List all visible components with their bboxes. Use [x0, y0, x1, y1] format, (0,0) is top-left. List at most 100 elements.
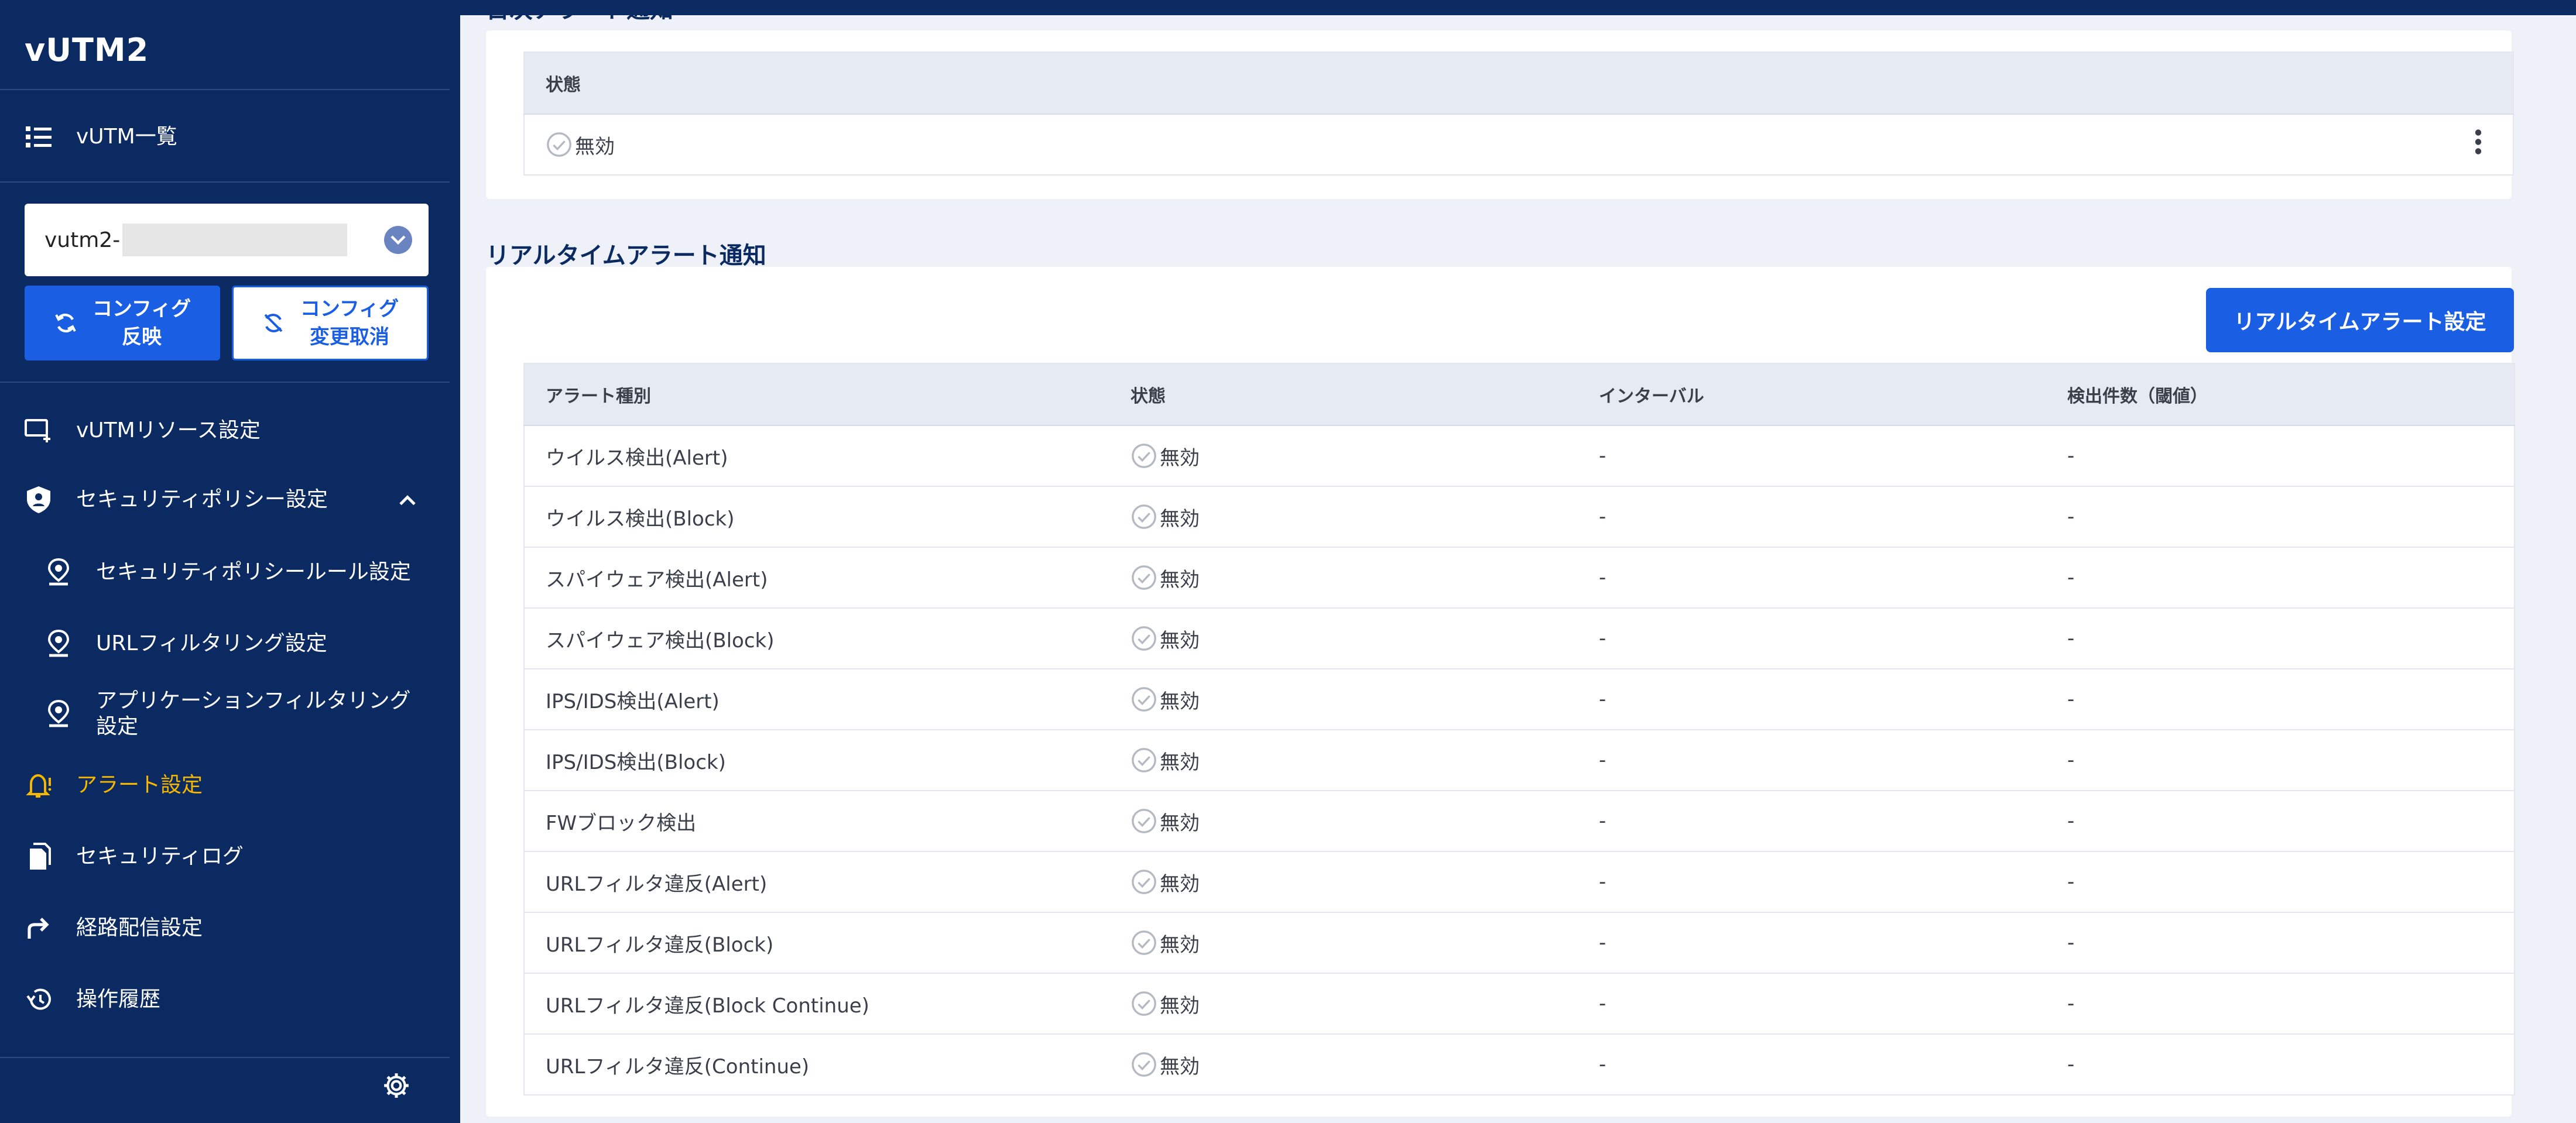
- status-cell: 無効: [546, 130, 2513, 159]
- alert-type-cell: IPS/IDS検出(Block): [524, 730, 1109, 791]
- status-text: 無効: [1160, 629, 1200, 652]
- alert-type-cell: ウイルス検出(Alert): [524, 425, 1109, 487]
- check-circle-icon: [1131, 808, 1157, 834]
- status-text: 無効: [1160, 933, 1200, 957]
- sidebar-item-operation-history[interactable]: 操作履歴: [0, 982, 450, 1017]
- status-cell: 無効: [1109, 730, 1578, 791]
- config-apply-button[interactable]: コンフィグ 反映: [25, 286, 220, 360]
- sidebar-item-app-filtering[interactable]: アプリケーションフィルタリング 設定: [0, 686, 450, 742]
- gear-icon[interactable]: [382, 1071, 411, 1103]
- alert-type-cell: IPS/IDS検出(Alert): [524, 669, 1109, 730]
- config-cancel-button[interactable]: コンフィグ 変更取消: [232, 286, 429, 360]
- check-circle-icon: [1131, 868, 1157, 895]
- sidebar-item-label: 設定: [96, 715, 139, 739]
- check-circle-icon: [1131, 747, 1157, 774]
- interval-cell: -: [1578, 669, 2046, 730]
- column-header-status: 状態: [1109, 363, 1578, 426]
- daily-alert-title: 日次アラート通知: [486, 0, 673, 20]
- threshold-cell: -: [2046, 1034, 2515, 1095]
- interval-cell: -: [1578, 973, 2046, 1035]
- check-circle-icon: [1131, 990, 1157, 1017]
- realtime-alert-table: アラート種別 状態 インターバル 検出件数（閾値） ウイルス検出(Alert) 無…: [523, 363, 2515, 1095]
- table-row: URLフィルタ違反(Block) 無効 - -: [524, 912, 2515, 974]
- config-apply-label-1: コンフィグ: [92, 297, 191, 321]
- check-circle-icon: [1131, 564, 1157, 591]
- alert-type-cell: URLフィルタ違反(Block): [524, 912, 1109, 974]
- realtime-alert-settings-button[interactable]: リアルタイムアラート設定: [2206, 288, 2514, 352]
- interval-cell: -: [1578, 730, 2046, 791]
- chevron-down-icon[interactable]: [384, 226, 412, 254]
- sidebar-item-route-distribution[interactable]: 経路配信設定: [0, 911, 450, 946]
- daily-alert-table: 状態 無効: [523, 51, 2514, 176]
- interval-cell: -: [1578, 425, 2046, 487]
- table-row: スパイウェア検出(Alert) 無効 - -: [524, 547, 2515, 609]
- threshold-cell: -: [2046, 608, 2515, 669]
- check-circle-icon: [1131, 929, 1157, 956]
- pin-icon: [42, 556, 75, 589]
- sidebar-item-security-policy[interactable]: セキュリティポリシー設定: [0, 482, 450, 517]
- status-cell: 無効: [1109, 851, 1578, 913]
- history-icon: [22, 983, 55, 1016]
- threshold-cell: -: [2046, 973, 2515, 1035]
- pin-icon: [42, 698, 75, 730]
- table-row: ウイルス検出(Block) 無効 - -: [524, 486, 2515, 548]
- sidebar-item-resource-settings[interactable]: vUTMリソース設定: [0, 413, 450, 448]
- threshold-cell: -: [2046, 791, 2515, 852]
- threshold-cell: -: [2046, 912, 2515, 974]
- table-row: IPS/IDS検出(Alert) 無効 - -: [524, 669, 2515, 730]
- list-icon: [22, 121, 55, 153]
- status-cell: 無効: [1109, 486, 1578, 548]
- check-circle-icon: [1131, 686, 1157, 713]
- chevron-up-icon[interactable]: [398, 488, 417, 512]
- status-text: 無効: [1160, 1055, 1200, 1079]
- top-bar: [460, 0, 2576, 15]
- sidebar-item-url-filtering[interactable]: URLフィルタリング設定: [0, 626, 450, 661]
- interval-cell: -: [1578, 547, 2046, 609]
- status-text: 無効: [1160, 446, 1200, 470]
- sidebar-item-alert-settings[interactable]: アラート設定: [0, 768, 450, 803]
- table-row: ウイルス検出(Alert) 無効 - -: [524, 425, 2515, 487]
- threshold-cell: -: [2046, 425, 2515, 487]
- threshold-cell: -: [2046, 547, 2515, 609]
- status-text: 無効: [1160, 568, 1200, 592]
- document-icon: [22, 840, 55, 873]
- sidebar-item-label: セキュリティログ: [76, 844, 244, 868]
- status-cell: 無効: [1109, 1034, 1578, 1095]
- config-cancel-label-1: コンフィグ: [300, 297, 399, 321]
- bell-icon: [22, 769, 55, 802]
- status-text: 無効: [575, 135, 615, 159]
- sidebar-item-label: URLフィルタリング設定: [96, 631, 327, 655]
- table-row: URLフィルタ違反(Block Continue) 無効 - -: [524, 973, 2515, 1035]
- app-title: vUTM2: [25, 32, 149, 68]
- vutm-select[interactable]: vutm2-: [25, 204, 429, 276]
- sidebar-item-label: アプリケーションフィルタリング: [96, 689, 411, 713]
- column-header-interval: インターバル: [1578, 363, 2046, 426]
- status-text: 無効: [1160, 994, 1200, 1018]
- divider: [0, 382, 450, 383]
- sidebar-item-vutm-list[interactable]: vUTM一覧: [0, 119, 450, 154]
- sidebar-item-policy-rule[interactable]: セキュリティポリシールール設定: [0, 555, 450, 590]
- interval-cell: -: [1578, 851, 2046, 913]
- status-text: 無効: [1160, 811, 1200, 835]
- sidebar-item-label: vUTM一覧: [76, 125, 177, 149]
- check-circle-icon: [1131, 442, 1157, 469]
- status-cell: 無効: [1109, 912, 1578, 974]
- status-cell: 無効: [1109, 669, 1578, 730]
- alert-type-cell: URLフィルタ違反(Alert): [524, 851, 1109, 913]
- realtime-alert-title: リアルタイムアラート通知: [486, 242, 766, 269]
- more-vert-icon[interactable]: [2474, 129, 2482, 160]
- sidebar-item-label: vUTMリソース設定: [76, 418, 261, 442]
- table-row: URLフィルタ違反(Continue) 無効 - -: [524, 1034, 2515, 1095]
- sync-disabled-icon: [262, 311, 285, 335]
- table-row: FWブロック検出 無効 - -: [524, 791, 2515, 852]
- shield-icon: [22, 483, 55, 516]
- table-row: IPS/IDS検出(Block) 無効 - -: [524, 730, 2515, 791]
- status-cell: 無効: [1109, 791, 1578, 852]
- column-header-status: 状態: [524, 52, 2513, 115]
- monitor-add-icon: [22, 414, 55, 447]
- status-text: 無効: [1160, 872, 1200, 896]
- column-header-alert-type: アラート種別: [524, 363, 1109, 426]
- divider: [0, 89, 450, 90]
- table-row: スパイウェア検出(Block) 無効 - -: [524, 608, 2515, 669]
- sidebar-item-security-log[interactable]: セキュリティログ: [0, 839, 450, 874]
